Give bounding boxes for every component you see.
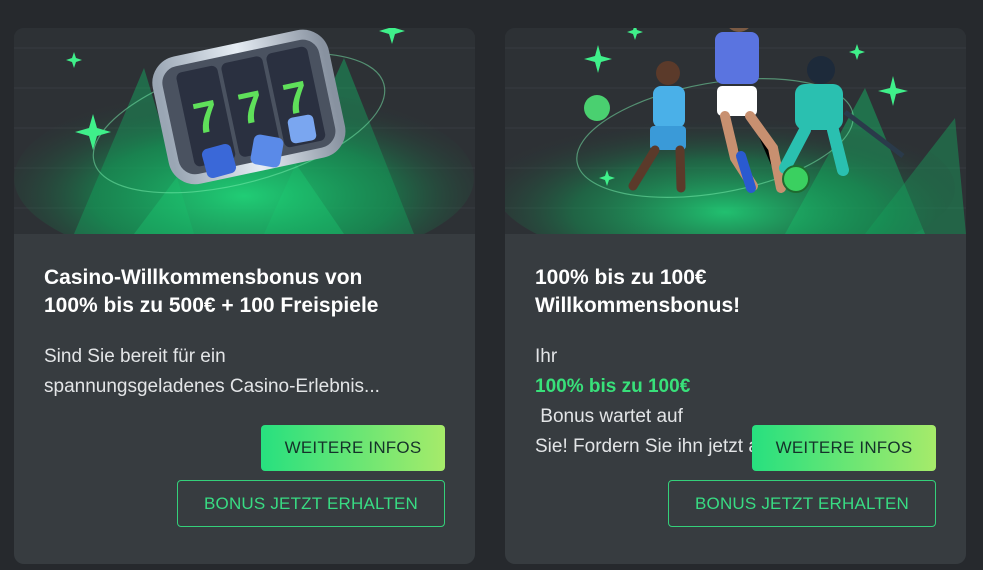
card-title-line: 100% bis zu 500€ + 100 Freispiele [44, 294, 379, 317]
more-info-button[interactable]: WEITERE INFOS [752, 425, 936, 471]
card-title-line: 100% bis zu 100€ [535, 266, 707, 289]
sports-athletes-illustration [505, 28, 966, 234]
slot-machine-illustration: 7 7 7 [14, 28, 475, 234]
card-description-line: Ihr 100% bis zu 100€ Bonus wartet auf [535, 342, 940, 432]
card-description-line: spannungsgeladenes Casino-Erlebnis... [44, 376, 380, 397]
card-title: Casino-Willkommensbonus von 100% bis zu … [44, 264, 454, 320]
sports-bonus-card: 100% bis zu 100€ Willkommensbonus! Ihr 1… [505, 28, 966, 564]
get-bonus-button[interactable]: BONUS JETZT ERHALTEN [668, 480, 936, 527]
bonus-amount-highlight: 100% bis zu 100€ [535, 376, 691, 397]
card-title-line: Willkommensbonus! [535, 294, 741, 317]
more-info-button[interactable]: WEITERE INFOS [261, 425, 445, 471]
description-prefix: Ihr [535, 346, 563, 367]
card-description-line: Sind Sie bereit für ein [44, 346, 226, 367]
card-title: 100% bis zu 100€ Willkommensbonus! [535, 264, 945, 320]
card-title-line: Casino-Willkommensbonus von [44, 266, 363, 289]
get-bonus-button[interactable]: BONUS JETZT ERHALTEN [177, 480, 445, 527]
card-description: Sind Sie bereit für ein spannungsgeladen… [44, 342, 449, 402]
casino-bonus-card: 7 7 7 Casino-Willkommensbonus von 100% b… [14, 28, 475, 564]
